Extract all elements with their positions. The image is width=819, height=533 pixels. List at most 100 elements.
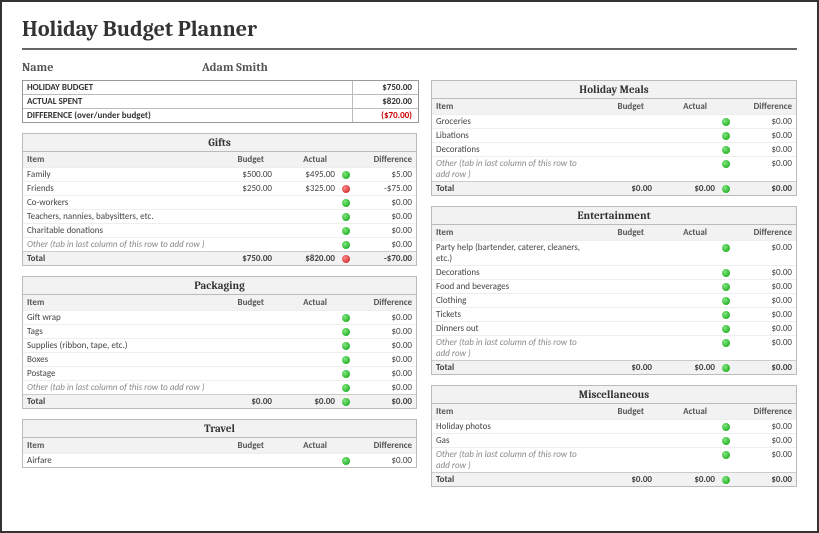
cell-item[interactable]: Libations bbox=[432, 129, 593, 142]
cell-actual[interactable] bbox=[656, 115, 719, 128]
cell-item[interactable]: Other (tab in last column of this row to… bbox=[23, 381, 213, 394]
cell-budget[interactable] bbox=[213, 196, 276, 209]
cell-item[interactable]: Holiday photos bbox=[432, 420, 593, 433]
cell-budget[interactable]: $500.00 bbox=[213, 168, 276, 181]
cell-item[interactable]: Postage bbox=[23, 367, 213, 380]
cell-item[interactable]: Friends bbox=[23, 182, 213, 195]
cell-item[interactable]: Airfare bbox=[23, 454, 213, 467]
cell-actual[interactable] bbox=[656, 280, 719, 293]
cell-item[interactable]: Other (tab in last column of this row to… bbox=[432, 448, 593, 472]
cell-budget[interactable] bbox=[213, 339, 276, 352]
col-budget: Budget bbox=[205, 295, 268, 310]
cell-budget[interactable] bbox=[593, 266, 656, 279]
cell-budget[interactable] bbox=[593, 322, 656, 335]
cell-item[interactable]: Other (tab in last column of this row to… bbox=[23, 238, 213, 251]
cell-item[interactable]: Decorations bbox=[432, 143, 593, 156]
cell-budget[interactable] bbox=[213, 353, 276, 366]
cell-budget[interactable] bbox=[593, 157, 656, 181]
status-dot-icon bbox=[339, 339, 353, 352]
cell-budget[interactable] bbox=[593, 336, 656, 360]
cell-actual[interactable] bbox=[276, 454, 339, 467]
cell-item[interactable]: Tickets bbox=[432, 308, 593, 321]
cell-actual[interactable] bbox=[276, 367, 339, 380]
cell-item[interactable]: Family bbox=[23, 168, 213, 181]
cell-budget[interactable] bbox=[593, 115, 656, 128]
cell-item[interactable]: Gas bbox=[432, 434, 593, 447]
cell-item[interactable]: Teachers, nannies, babysitters, etc. bbox=[23, 210, 213, 223]
cell-budget[interactable] bbox=[213, 367, 276, 380]
cell-budget[interactable] bbox=[213, 325, 276, 338]
cell-actual[interactable] bbox=[656, 241, 719, 265]
cell-budget[interactable] bbox=[593, 308, 656, 321]
cell-budget[interactable] bbox=[593, 143, 656, 156]
cell-item[interactable]: Supplies (ribbon, tape, etc.) bbox=[23, 339, 213, 352]
cell-actual[interactable] bbox=[656, 266, 719, 279]
col-budget: Budget bbox=[585, 404, 648, 419]
cell-actual[interactable] bbox=[656, 129, 719, 142]
cell-actual[interactable] bbox=[656, 157, 719, 181]
cell-item[interactable]: Other (tab in last column of this row to… bbox=[432, 336, 593, 360]
cell-actual[interactable] bbox=[276, 353, 339, 366]
cell-budget[interactable] bbox=[213, 381, 276, 394]
cell-actual[interactable] bbox=[276, 381, 339, 394]
cell-item[interactable]: Party help (bartender, caterer, cleaners… bbox=[432, 241, 593, 265]
cell-actual[interactable] bbox=[656, 448, 719, 472]
cell-actual[interactable] bbox=[656, 434, 719, 447]
col-budget: Budget bbox=[205, 152, 268, 167]
cell-budget[interactable] bbox=[593, 434, 656, 447]
table-row: Other (tab in last column of this row to… bbox=[432, 447, 796, 472]
cell-actual[interactable] bbox=[276, 325, 339, 338]
cell-actual[interactable] bbox=[656, 322, 719, 335]
cell-diff: $5.00 bbox=[353, 168, 416, 181]
cell-actual[interactable]: $495.00 bbox=[276, 168, 339, 181]
cell-budget[interactable] bbox=[213, 224, 276, 237]
cell-actual[interactable] bbox=[276, 311, 339, 324]
cell-budget[interactable] bbox=[593, 294, 656, 307]
cell-item[interactable]: Clothing bbox=[432, 294, 593, 307]
cell-actual[interactable] bbox=[276, 210, 339, 223]
section-holiday-meals: Holiday MealsItemBudgetActualDifferenceG… bbox=[431, 80, 797, 196]
actual-value[interactable]: $820.00 bbox=[353, 95, 418, 108]
cell-item[interactable]: Other (tab in last column of this row to… bbox=[432, 157, 593, 181]
cell-diff: $0.00 bbox=[353, 454, 416, 467]
cell-actual[interactable] bbox=[276, 196, 339, 209]
cell-item[interactable]: Food and beverages bbox=[432, 280, 593, 293]
cell-actual[interactable] bbox=[656, 294, 719, 307]
col-actual: Actual bbox=[648, 225, 711, 240]
cell-budget[interactable] bbox=[213, 311, 276, 324]
cell-diff: $0.00 bbox=[353, 353, 416, 366]
cell-budget[interactable] bbox=[593, 241, 656, 265]
cell-budget[interactable] bbox=[213, 454, 276, 467]
status-dot-icon bbox=[719, 448, 733, 472]
total-actual: $0.00 bbox=[656, 473, 719, 486]
col-actual: Actual bbox=[648, 404, 711, 419]
cell-actual[interactable] bbox=[276, 224, 339, 237]
cell-actual[interactable] bbox=[656, 143, 719, 156]
cell-item[interactable]: Decorations bbox=[432, 266, 593, 279]
cell-actual[interactable] bbox=[276, 238, 339, 251]
cell-actual[interactable] bbox=[276, 339, 339, 352]
cell-budget[interactable] bbox=[593, 280, 656, 293]
cell-item[interactable]: Co-workers bbox=[23, 196, 213, 209]
status-dot-icon bbox=[719, 157, 733, 181]
cell-actual[interactable] bbox=[656, 336, 719, 360]
cell-budget[interactable] bbox=[213, 238, 276, 251]
cell-actual[interactable] bbox=[656, 420, 719, 433]
cell-budget[interactable] bbox=[213, 210, 276, 223]
cell-actual[interactable]: $325.00 bbox=[276, 182, 339, 195]
cell-budget[interactable] bbox=[593, 129, 656, 142]
cell-item[interactable]: Dinners out bbox=[432, 322, 593, 335]
cell-budget[interactable] bbox=[593, 448, 656, 472]
cell-item[interactable]: Gift wrap bbox=[23, 311, 213, 324]
cell-actual[interactable] bbox=[656, 308, 719, 321]
status-dot-icon bbox=[339, 252, 353, 265]
budget-value[interactable]: $750.00 bbox=[353, 81, 418, 94]
name-value[interactable]: Adam Smith bbox=[202, 60, 268, 74]
cell-budget[interactable]: $250.00 bbox=[213, 182, 276, 195]
cell-item[interactable]: Boxes bbox=[23, 353, 213, 366]
cell-item[interactable]: Charitable donations bbox=[23, 224, 213, 237]
table-row: Boxes $0.00 bbox=[23, 352, 416, 366]
cell-item[interactable]: Groceries bbox=[432, 115, 593, 128]
cell-item[interactable]: Tags bbox=[23, 325, 213, 338]
cell-budget[interactable] bbox=[593, 420, 656, 433]
